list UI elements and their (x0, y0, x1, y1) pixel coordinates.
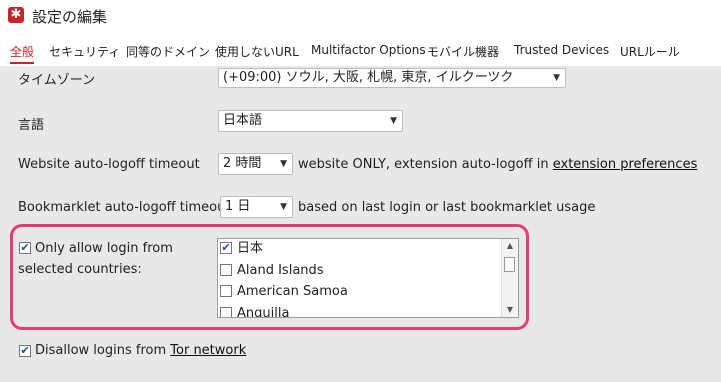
language-select[interactable]: 日本語 ▼ (218, 110, 403, 132)
dropdown-arrow-icon: ▼ (280, 202, 287, 212)
country-name: Aland Islands (237, 263, 324, 278)
dropdown-arrow-icon: ▼ (553, 73, 560, 83)
scrollbar-thumb[interactable] (504, 257, 515, 272)
asterisk-app-icon: ✱ (8, 7, 24, 23)
country-option[interactable]: ✔ 日本 (220, 239, 263, 259)
country-name: American Samoa (237, 284, 348, 299)
country-option[interactable]: American Samoa (220, 282, 348, 302)
tab-bar: 全般 セキュリティ 同等のドメイン 使用しないURL Multifactor O… (0, 34, 721, 67)
scroll-up-arrow-icon[interactable]: ▲ (502, 239, 518, 253)
tor-network-link[interactable]: Tor network (170, 343, 246, 358)
timezone-value: (+09:00) ソウル, 大阪, 札幌, 東京, イルクーツク (223, 70, 514, 85)
scroll-down-arrow-icon[interactable]: ▼ (502, 303, 518, 317)
tab-mobile-devices[interactable]: モバイル機器 (427, 43, 499, 60)
website-logoff-note: website ONLY, extension auto-logoff in e… (298, 157, 697, 172)
bookmarklet-logoff-value: 1 日 (225, 199, 251, 214)
country-listbox[interactable]: ✔ 日本 Aland Islands American Samoa Anguill… (217, 238, 519, 318)
language-value: 日本語 (223, 113, 263, 128)
extension-preferences-link[interactable]: extension preferences (553, 157, 698, 172)
country-option[interactable]: Anguilla (220, 304, 290, 318)
disallow-tor-text: Disallow logins from (35, 343, 167, 358)
timezone-select[interactable]: (+09:00) ソウル, 大阪, 札幌, 東京, イルクーツク ▼ (218, 68, 566, 88)
only-allow-countries-label-line2: selected countries: (18, 262, 142, 277)
tab-security[interactable]: セキュリティ (49, 43, 120, 60)
country-checkbox-anguilla[interactable] (220, 306, 232, 317)
title-bar: ✱ 設定の編集 (0, 0, 721, 34)
website-logoff-note-text: website ONLY, extension auto-logoff in (298, 157, 549, 172)
country-checkbox-american-samoa[interactable] (220, 284, 232, 297)
tab-never-urls[interactable]: 使用しないURL (215, 43, 299, 60)
tab-general[interactable]: 全般 (10, 43, 35, 64)
website-logoff-value: 2 時間 (223, 156, 262, 171)
country-list-scrollbar[interactable]: ▲ ▼ (501, 239, 518, 317)
website-logoff-label: Website auto-logoff timeout (18, 157, 200, 172)
bookmarklet-logoff-note: based on last login or last bookmarklet … (298, 200, 596, 215)
dropdown-arrow-icon: ▼ (390, 116, 397, 126)
country-name: 日本 (237, 241, 264, 256)
only-allow-countries-label-line1: Only allow login from (35, 241, 173, 256)
window-title: 設定の編集 (32, 8, 108, 26)
website-logoff-select[interactable]: 2 時間 ▼ (218, 153, 293, 175)
bookmarklet-logoff-label: Bookmarklet auto-logoff timeout (18, 200, 231, 215)
country-checkbox-aland-islands[interactable] (220, 263, 232, 276)
disallow-tor-label: Disallow logins from Tor network (35, 343, 246, 358)
country-checkbox-japan[interactable]: ✔ (220, 241, 232, 254)
tab-equivalent-domains[interactable]: 同等のドメイン (126, 43, 210, 60)
country-name: Anguilla (237, 306, 290, 318)
timezone-label: タイムゾーン (18, 73, 96, 88)
only-allow-countries-checkbox[interactable]: ✔ (19, 242, 31, 254)
bookmarklet-logoff-select[interactable]: 1 日 ▼ (220, 196, 293, 218)
tab-url-rules[interactable]: URLルール (620, 43, 680, 60)
tab-multifactor-options[interactable]: Multifactor Options (311, 43, 426, 57)
country-option[interactable]: Aland Islands (220, 261, 324, 281)
language-label: 言語 (18, 118, 45, 133)
disallow-tor-checkbox[interactable]: ✔ (19, 345, 31, 357)
dropdown-arrow-icon: ▼ (280, 159, 287, 169)
tab-trusted-devices[interactable]: Trusted Devices (514, 43, 609, 57)
